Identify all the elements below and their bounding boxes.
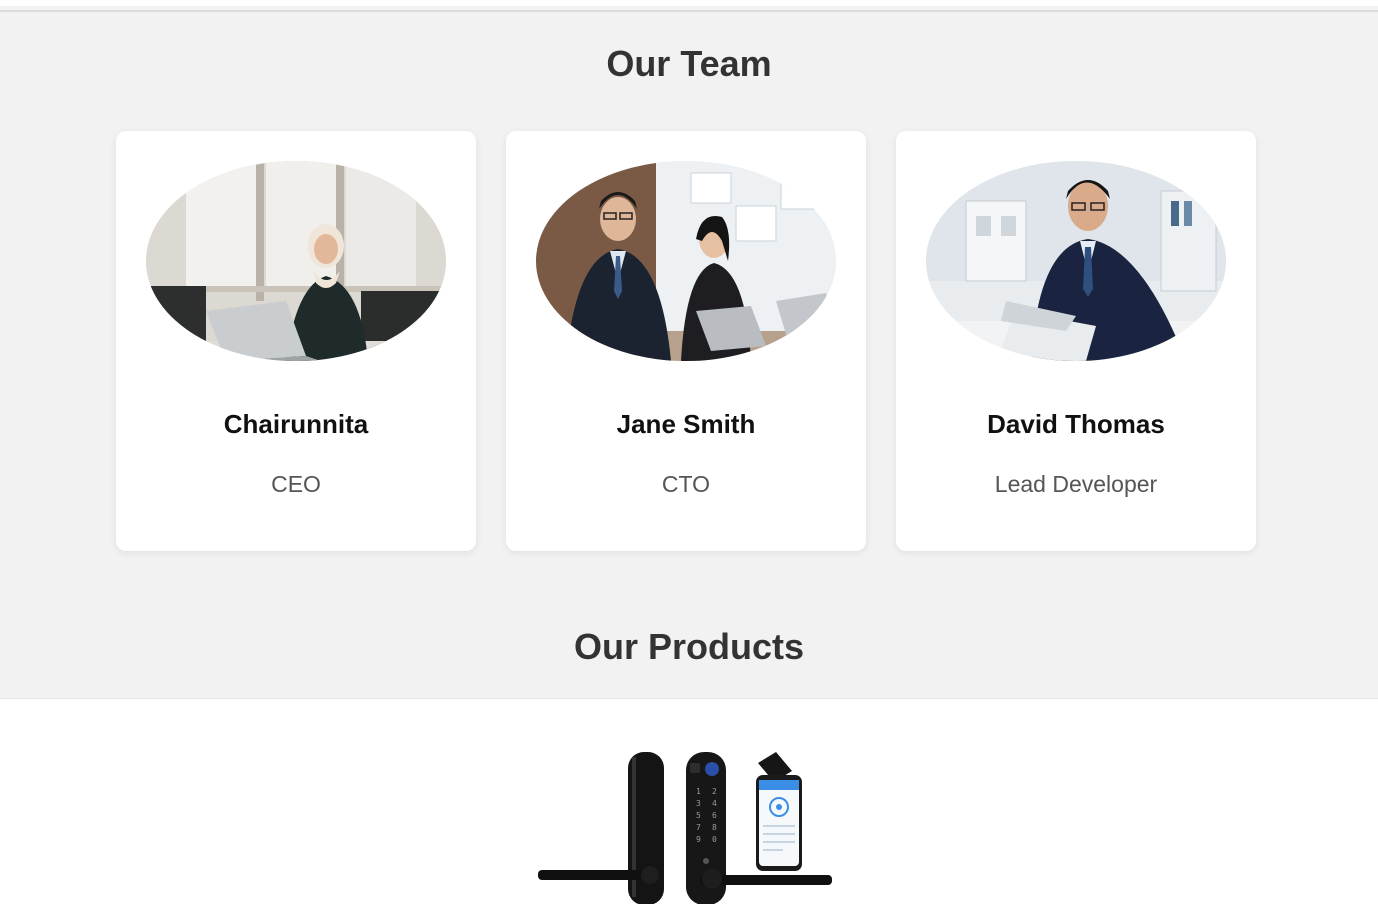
member-name: David Thomas (987, 409, 1165, 439)
person-at-laptop-photo (146, 161, 446, 361)
svg-text:6: 6 (712, 811, 717, 820)
svg-text:7: 7 (696, 823, 701, 832)
svg-text:8: 8 (712, 823, 717, 832)
svg-text:3: 3 (696, 799, 701, 808)
member-role: Lead Developer (994, 471, 1158, 497)
member-name: Jane Smith (616, 409, 756, 439)
two-people-at-laptops-photo (536, 161, 836, 361)
svg-text:4: 4 (712, 799, 717, 808)
svg-text:1: 1 (696, 787, 701, 796)
products-section-title: Our Products (573, 626, 805, 667)
team-card-jane-smith: Jane Smith CTO (506, 131, 866, 551)
smart-door-lock-product-image[interactable]: 1 2 3 4 5 6 7 8 9 0 (530, 749, 840, 904)
man-at-laptop-photo (926, 161, 1226, 361)
products-band: 1 2 3 4 5 6 7 8 9 0 (0, 698, 1378, 904)
page: Our Team Chairunnita CEO Jane Smith CTO … (0, 0, 1378, 904)
team-card-chairunnita: Chairunnita CEO (116, 131, 476, 551)
team-section-title: Our Team (606, 43, 772, 84)
top-strip (0, 0, 1378, 6)
member-name: Chairunnita (223, 409, 369, 439)
top-divider (0, 10, 1378, 12)
svg-text:9: 9 (696, 835, 701, 844)
member-role: CEO (271, 471, 321, 497)
svg-text:5: 5 (696, 811, 701, 820)
svg-text:0: 0 (712, 835, 717, 844)
member-role: CTO (661, 471, 711, 497)
team-card-david-thomas: David Thomas Lead Developer (896, 131, 1256, 551)
svg-text:2: 2 (712, 787, 717, 796)
